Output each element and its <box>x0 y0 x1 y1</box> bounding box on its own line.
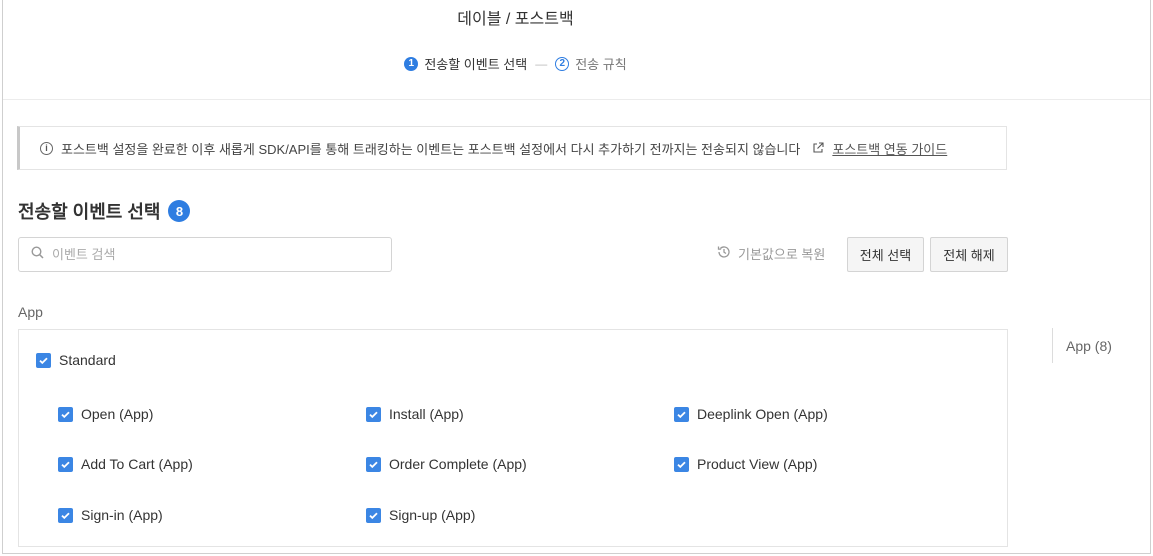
history-icon <box>716 244 732 263</box>
step-2-number: 2 <box>555 56 570 71</box>
event-label: Open (App) <box>81 406 154 422</box>
reset-default-button[interactable]: 기본값으로 복원 <box>716 244 825 263</box>
checkbox-checked-icon[interactable] <box>674 406 689 422</box>
checkbox-checked-icon[interactable] <box>58 406 73 422</box>
event-checkbox-install[interactable]: Install (App) <box>366 406 464 422</box>
checkbox-checked-icon[interactable] <box>674 456 689 472</box>
postback-guide-link[interactable]: 포스트백 연동 가이드 <box>832 139 947 158</box>
breadcrumb: 데이블 / 포스트백 <box>457 11 574 28</box>
checkbox-checked-icon[interactable] <box>366 456 381 472</box>
search-box <box>18 237 392 272</box>
checkbox-checked-icon[interactable] <box>366 507 381 523</box>
step-separator: — <box>535 56 548 71</box>
step-1[interactable]: 1 전송할 이벤트 선택 <box>404 54 527 73</box>
standard-checkbox-row[interactable]: Standard <box>36 352 116 368</box>
step-1-number: 1 <box>404 56 419 71</box>
selected-count-badge: 8 <box>168 200 191 222</box>
step-indicator: 1 전송할 이벤트 선택 — 2 전송 규칙 <box>3 54 1028 73</box>
checkbox-checked-icon[interactable] <box>36 352 51 368</box>
section-title: 전송할 이벤트 선택 <box>18 202 161 222</box>
event-label: Deeplink Open (App) <box>697 406 828 422</box>
event-checkbox-sign-in[interactable]: Sign-in (App) <box>58 507 163 523</box>
event-checkbox-add-to-cart[interactable]: Add To Cart (App) <box>58 456 193 472</box>
step-2-label: 전송 규칙 <box>575 57 627 72</box>
deselect-all-button[interactable]: 전체 해제 <box>930 237 1008 272</box>
event-checkbox-open[interactable]: Open (App) <box>58 406 153 422</box>
notice-text: 포스트백 설정을 완료한 이후 새롭게 SDK/API를 통해 트래킹하는 이벤… <box>61 141 801 157</box>
info-icon: i <box>40 141 53 155</box>
select-all-button[interactable]: 전체 선택 <box>847 237 924 272</box>
event-checkbox-product-view[interactable]: Product View (App) <box>674 456 817 472</box>
side-nav-item-app[interactable]: App (8) <box>1052 328 1112 363</box>
checkbox-checked-icon[interactable] <box>58 507 73 523</box>
notice-banner: i 포스트백 설정을 완료한 이후 새롭게 SDK/API를 통해 트래킹하는 … <box>17 126 1007 170</box>
event-label: Sign-up (App) <box>389 507 476 523</box>
search-input[interactable] <box>52 247 372 262</box>
checkbox-checked-icon[interactable] <box>366 406 381 422</box>
page-header: 데이블 / 포스트백 1 전송할 이벤트 선택 — 2 전송 규칙 <box>3 0 1150 100</box>
checkbox-checked-icon[interactable] <box>58 456 73 472</box>
event-label: Order Complete (App) <box>389 456 527 472</box>
step-1-label: 전송할 이벤트 선택 <box>424 57 528 72</box>
event-checkbox-sign-up[interactable]: Sign-up (App) <box>366 507 475 523</box>
external-link-icon <box>812 142 824 154</box>
event-label: Add To Cart (App) <box>81 456 193 472</box>
event-label: Product View (App) <box>697 456 818 472</box>
side-nav-label: App (8) <box>1066 337 1112 354</box>
event-panel: Standard Open (App) Install (App) Deepli… <box>18 329 1008 547</box>
search-icon <box>31 245 44 264</box>
step-2[interactable]: 2 전송 규칙 <box>555 54 627 73</box>
reset-label: 기본값으로 복원 <box>738 247 826 262</box>
event-label: Sign-in (App) <box>81 507 163 523</box>
standard-label: Standard <box>59 352 116 368</box>
event-checkbox-deeplink-open[interactable]: Deeplink Open (App) <box>674 406 828 422</box>
section-header: 전송할 이벤트 선택 8 <box>18 198 191 224</box>
event-label: Install (App) <box>389 406 464 422</box>
group-label: App <box>18 304 43 320</box>
event-checkbox-order-complete[interactable]: Order Complete (App) <box>366 456 527 472</box>
